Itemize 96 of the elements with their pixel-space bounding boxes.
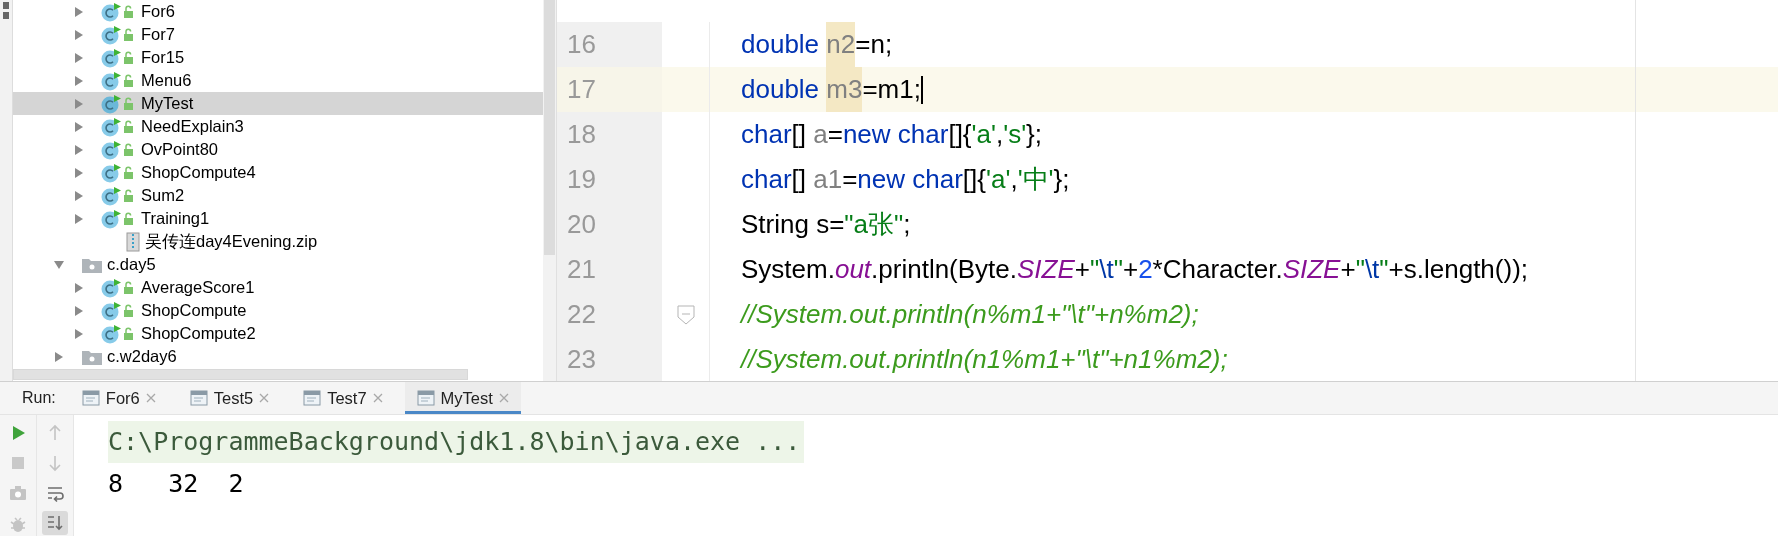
collapsed-arrow-icon[interactable] (73, 281, 85, 294)
scrollbar-thumb[interactable] (544, 0, 555, 255)
run-tab[interactable]: Test7 (291, 382, 395, 414)
code-line: //System.out.println(n%m1+"\t"+n%m2); (741, 298, 1199, 331)
line-number: 20 (557, 202, 662, 247)
class-icon (101, 24, 123, 45)
lock-icon (123, 4, 135, 19)
code-line: System.out.println(Byte.SIZE+"\t"+2*Character.SIZE+"\t"+s.length()); (741, 253, 1529, 286)
code-line: char[] a1=new char[]{'a','中'}; (741, 163, 1070, 196)
close-icon[interactable] (145, 393, 156, 403)
line-number: 22 (557, 292, 662, 337)
run-tab[interactable]: MyTest (404, 382, 521, 414)
collapsed-arrow-icon[interactable] (73, 51, 85, 64)
tree-item[interactable]: ShopCompute2 (13, 322, 543, 345)
lock-icon (123, 50, 135, 65)
tree-item[interactable]: MyTest (13, 92, 543, 115)
archive-icon (125, 231, 141, 252)
tree-item[interactable]: c.w2day6 (13, 345, 543, 368)
horizontal-scrollbar[interactable] (13, 369, 468, 380)
lock-icon (123, 27, 135, 42)
close-icon[interactable] (498, 393, 509, 403)
grip-icon[interactable] (2, 0, 10, 22)
console-output: 8 32 2 (108, 468, 245, 500)
code-line: char[] a=new char[]{'a','s'}; (741, 118, 1043, 151)
collapsed-arrow-icon[interactable] (73, 166, 85, 179)
collapsed-arrow-icon[interactable] (73, 327, 85, 340)
class-icon (101, 1, 123, 22)
line-number: 21 (557, 247, 662, 292)
class-icon (101, 300, 123, 321)
line-number: 19 (557, 157, 662, 202)
toggle-button[interactable] (42, 511, 68, 535)
class-icon (101, 70, 123, 91)
tree-item[interactable]: ShopCompute (13, 299, 543, 322)
tree-item[interactable]: For6 (13, 0, 543, 23)
lock-icon (123, 142, 135, 157)
class-icon (101, 116, 123, 137)
expanded-arrow-icon[interactable] (53, 258, 65, 271)
close-icon[interactable] (372, 393, 383, 403)
class-icon (101, 47, 123, 68)
scroll-to-end-icon (45, 513, 65, 533)
lock-icon (123, 96, 135, 111)
lock-icon (123, 73, 135, 88)
lock-icon (123, 326, 135, 341)
tree-item[interactable]: Sum2 (13, 184, 543, 207)
tree-item[interactable]: For7 (13, 23, 543, 46)
text-caret (920, 75, 923, 104)
collapsed-arrow-icon[interactable] (73, 304, 85, 317)
lock-icon (123, 165, 135, 180)
lock-icon (123, 211, 135, 226)
collapsed-arrow-icon[interactable] (73, 189, 85, 202)
lock-icon (123, 119, 135, 134)
close-icon[interactable] (259, 393, 270, 403)
class-icon (101, 277, 123, 298)
code-line: double n2=n; (741, 22, 893, 67)
line-number: 16 (557, 22, 662, 67)
tree-item[interactable]: NeedExplain3 (13, 115, 543, 138)
camera-icon[interactable] (8, 483, 28, 503)
collapsed-arrow-icon[interactable] (73, 5, 85, 18)
collapsed-arrow-icon[interactable] (53, 350, 65, 363)
class-icon (101, 185, 123, 206)
tree-item[interactable]: AverageScore1 (13, 276, 543, 299)
code-line: //System.out.println(n1%m1+"\t"+n1%m2); (741, 343, 1228, 376)
lock-icon (123, 303, 135, 318)
line-number: 23 (557, 337, 662, 381)
collapsed-arrow-icon[interactable] (73, 28, 85, 41)
class-icon (101, 93, 123, 114)
tree-item[interactable]: Training1 (13, 207, 543, 230)
code-line: double m3=m1; (741, 67, 923, 112)
collapsed-arrow-icon[interactable] (73, 212, 85, 225)
line-number: 17 (557, 67, 662, 112)
collapsed-arrow-icon[interactable] (73, 97, 85, 110)
tree-item[interactable]: c.day5 (13, 253, 543, 276)
collapsed-arrow-icon[interactable] (73, 120, 85, 133)
code-line: String s="a张"; (741, 208, 911, 241)
tree-item[interactable]: OvPoint80 (13, 138, 543, 161)
class-icon (101, 139, 123, 160)
tree-item[interactable]: 吴传连day4Evening.zip (13, 230, 543, 253)
collapsed-arrow-icon[interactable] (73, 143, 85, 156)
lock-icon (123, 280, 135, 295)
console-window-icon (416, 390, 435, 406)
panel-label: Run: (21, 388, 57, 408)
console-window-icon (189, 390, 208, 406)
class-icon (101, 162, 123, 183)
class-icon (101, 323, 123, 344)
lock-icon (123, 188, 135, 203)
collapsed-arrow-icon[interactable] (73, 74, 85, 87)
console-window-icon (303, 390, 322, 406)
class-icon (101, 208, 123, 229)
fold-marker-icon[interactable] (676, 304, 695, 325)
tree-item[interactable]: Menu6 (13, 69, 543, 92)
tree-item[interactable]: For15 (13, 46, 543, 69)
tree-item[interactable]: ShopCompute4 (13, 161, 543, 184)
line-number: 18 (557, 112, 662, 157)
run-tab[interactable]: Test5 (177, 382, 282, 414)
run-tab[interactable]: For6 (69, 382, 168, 414)
console-window-icon (81, 390, 100, 406)
